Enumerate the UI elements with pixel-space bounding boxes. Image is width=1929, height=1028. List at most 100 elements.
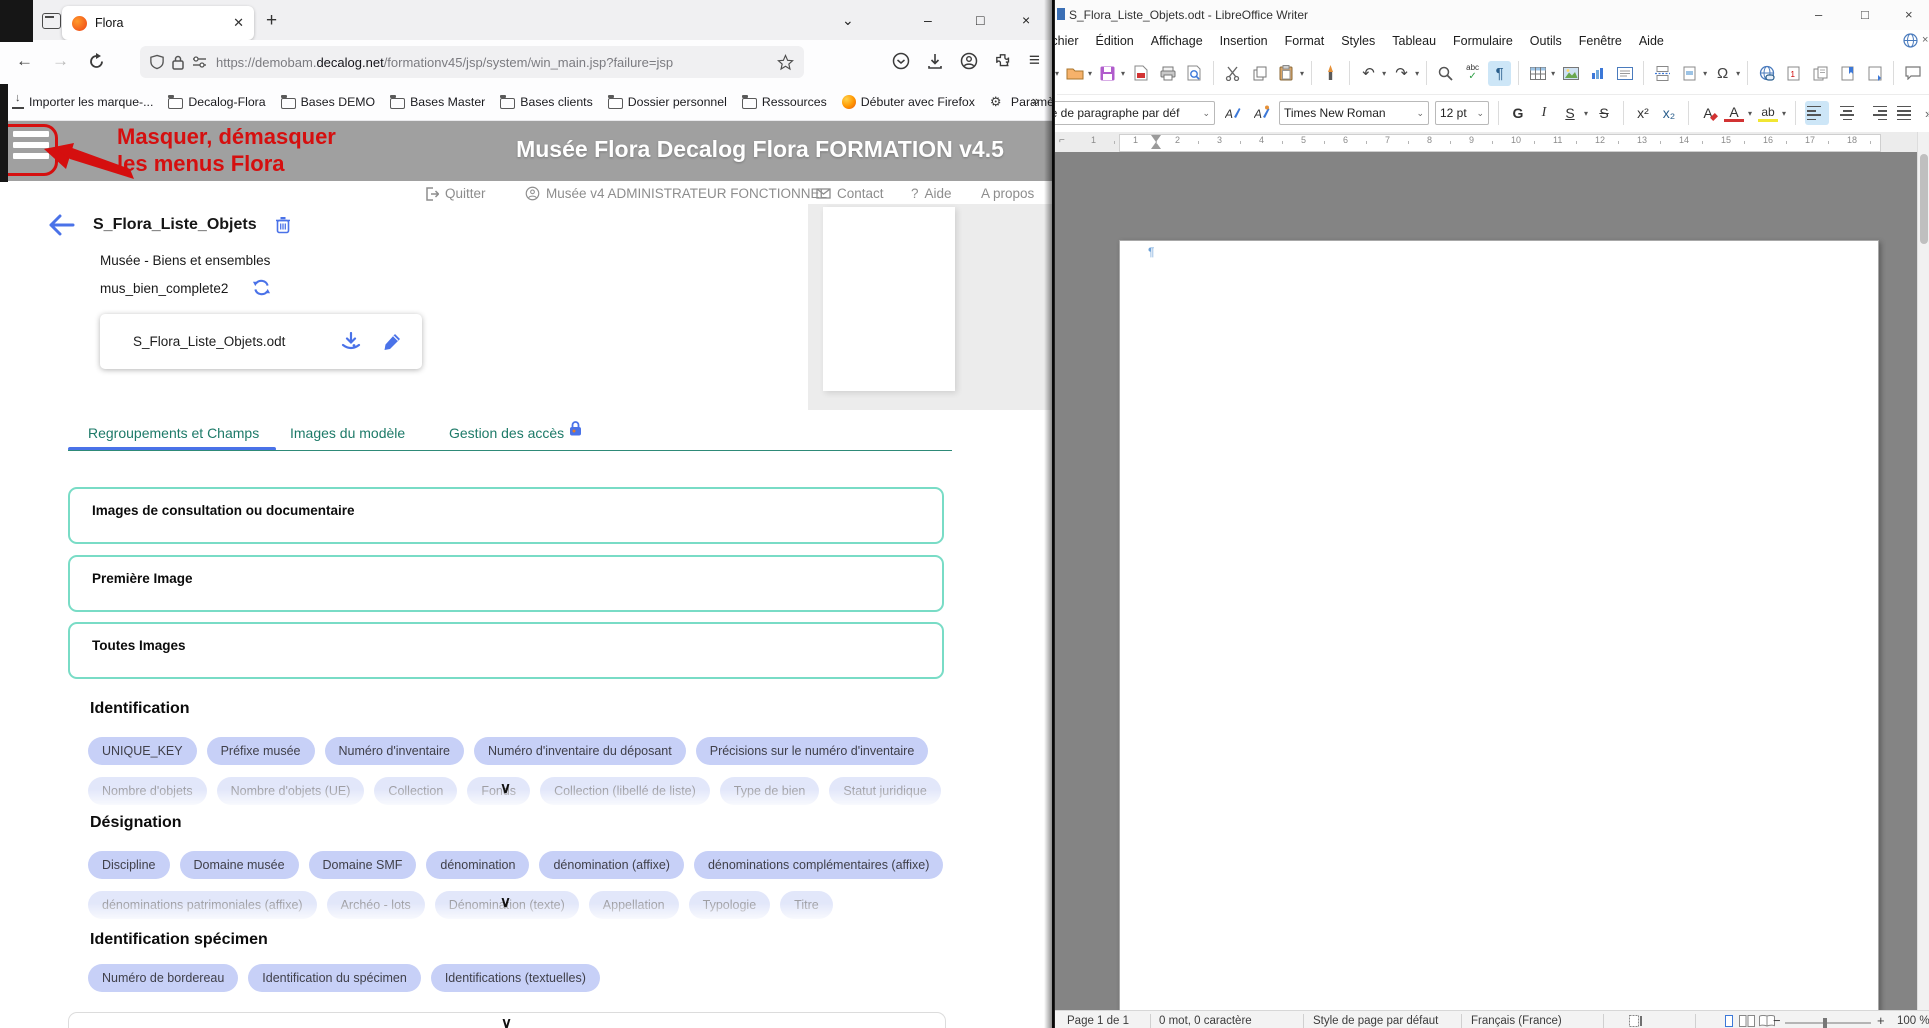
open-file-icon[interactable]: [1063, 61, 1086, 86]
italic-button[interactable]: I: [1534, 105, 1554, 121]
font-name-combo[interactable]: Times New Roman⌄: [1279, 101, 1429, 125]
clear-formatting-icon[interactable]: A: [1698, 105, 1718, 121]
menu-item[interactable]: Affichage: [1151, 34, 1203, 48]
insert-image-icon[interactable]: [1559, 61, 1582, 86]
align-right-button[interactable]: [1865, 101, 1889, 125]
menu-item[interactable]: Fenêtre: [1579, 34, 1622, 48]
status-page-count[interactable]: Page 1 de 1: [1067, 1015, 1129, 1027]
field-chip[interactable]: Domaine musée: [180, 851, 299, 879]
field-dropdown[interactable]: ▾: [1703, 69, 1707, 78]
table-dropdown[interactable]: ▾: [1551, 69, 1555, 78]
insert-footnote-icon[interactable]: 1: [1782, 61, 1805, 86]
field-chip[interactable]: Numéro d'inventaire du déposant: [474, 737, 686, 765]
insert-text-box-icon[interactable]: [1613, 61, 1636, 86]
bookmark-insert-icon[interactable]: [1836, 61, 1859, 86]
account-icon[interactable]: [960, 52, 978, 70]
group-box-toutes-images[interactable]: Toutes Images: [68, 622, 944, 679]
expand-chevron-icon[interactable]: ∨: [500, 779, 511, 797]
menu-item[interactable]: Insertion: [1220, 34, 1268, 48]
refresh-icon[interactable]: [252, 278, 271, 297]
subscript-button[interactable]: x₂: [1659, 105, 1679, 121]
special-character-icon[interactable]: Ω: [1711, 61, 1734, 86]
reload-icon[interactable]: [88, 53, 105, 70]
special-char-dropdown[interactable]: ▾: [1736, 69, 1740, 78]
field-chip[interactable]: Identifications (textuelles): [431, 964, 600, 992]
align-left-button[interactable]: [1805, 101, 1829, 125]
menu-item[interactable]: Édition: [1096, 34, 1134, 48]
underline-button[interactable]: S: [1560, 105, 1580, 121]
current-user[interactable]: Musée v4 ADMINISTRATEUR FONCTIONNEL: [525, 186, 827, 201]
zoom-slider-thumb[interactable]: [1823, 1018, 1827, 1028]
selection-mode-icon[interactable]: [1629, 1015, 1643, 1027]
field-chip[interactable]: Numéro de bordereau: [88, 964, 238, 992]
save-icon[interactable]: [1096, 61, 1119, 86]
field-chip[interactable]: dénominations complémentaires (affixe): [694, 851, 943, 879]
horizontal-ruler[interactable]: ⌐ 1123456789101112131415161718: [1055, 132, 1929, 152]
bold-button[interactable]: G: [1508, 105, 1528, 121]
writer-maximize-button[interactable]: □: [1861, 7, 1869, 22]
update-style-icon[interactable]: A: [1221, 101, 1244, 126]
cut-icon[interactable]: [1221, 61, 1244, 86]
expand-chevron-icon[interactable]: ∨: [500, 893, 511, 911]
help-link[interactable]: ? Aide: [911, 186, 952, 201]
bookmark-item[interactable]: Decalog-Flora: [168, 95, 265, 109]
insert-section-icon[interactable]: [1863, 61, 1886, 86]
firefox-view-icon[interactable]: [42, 13, 61, 29]
save-dropdown[interactable]: ▾: [1121, 69, 1125, 78]
document-page[interactable]: ¶: [1119, 240, 1879, 1028]
url-bar[interactable]: https://demobam.decalog.net/formationv45…: [140, 46, 804, 78]
view-multi-page-icon[interactable]: [1739, 1015, 1755, 1027]
redo-icon[interactable]: ↷: [1390, 61, 1413, 86]
bookmark-item[interactable]: Bases clients: [500, 95, 592, 109]
align-center-button[interactable]: [1835, 101, 1859, 125]
window-minimize-button[interactable]: –: [924, 12, 932, 28]
quit-link[interactable]: Quitter: [425, 186, 486, 201]
paste-icon[interactable]: [1275, 61, 1298, 86]
browser-tab-flora[interactable]: Flora ✕: [62, 6, 254, 40]
field-chip[interactable]: Numéro d'inventaire: [325, 737, 464, 765]
field-chip[interactable]: Domaine SMF: [309, 851, 417, 879]
copy-icon[interactable]: [1248, 61, 1271, 86]
redo-dropdown[interactable]: ▾: [1415, 69, 1419, 78]
field-chip[interactable]: Précisions sur le numéro d'inventaire: [696, 737, 929, 765]
print-preview-icon[interactable]: [1183, 61, 1206, 86]
insert-field-icon[interactable]: [1678, 61, 1701, 86]
forward-button[interactable]: →: [52, 51, 69, 71]
menu-item[interactable]: Formulaire: [1453, 34, 1513, 48]
bookmarks-overflow-chevron[interactable]: »: [1032, 93, 1039, 108]
insert-table-icon[interactable]: [1526, 61, 1549, 86]
formatting-marks-icon[interactable]: ¶: [1488, 61, 1511, 86]
font-color-dropdown[interactable]: ▾: [1748, 109, 1752, 118]
field-chip[interactable]: Préfixe musée: [207, 737, 315, 765]
menu-item[interactable]: Fichier: [1054, 34, 1079, 48]
contact-link[interactable]: Contact: [816, 186, 884, 201]
writer-close-button[interactable]: ×: [1905, 7, 1913, 22]
bookmark-item[interactable]: Débuter avec Firefox: [842, 95, 975, 109]
format-toolbar-overflow[interactable]: »: [1925, 106, 1929, 121]
bookmark-item[interactable]: Ressources: [742, 95, 827, 109]
delete-trash-icon[interactable]: [275, 216, 291, 234]
status-language[interactable]: Français (France): [1471, 1015, 1562, 1027]
expand-chevron-icon[interactable]: ∨: [501, 1014, 512, 1028]
menu-item[interactable]: Format: [1285, 34, 1325, 48]
cross-reference-icon[interactable]: [1809, 61, 1832, 86]
font-size-combo[interactable]: 12 pt⌄: [1435, 101, 1489, 125]
open-dropdown[interactable]: ▾: [1088, 69, 1092, 78]
bookmark-item[interactable]: Dossier personnel: [608, 95, 727, 109]
group-box-premiere-image[interactable]: Première Image: [68, 555, 944, 612]
zoom-slider[interactable]: [1785, 1022, 1871, 1024]
tab-close-icon[interactable]: ✕: [233, 15, 244, 31]
print-icon[interactable]: [1156, 61, 1179, 86]
new-style-icon[interactable]: A: [1250, 101, 1273, 126]
language-globe-icon[interactable]: [1903, 33, 1918, 48]
export-pdf-icon[interactable]: [1129, 61, 1152, 86]
bookmark-item[interactable]: Bases Master: [390, 95, 485, 109]
page-break-icon[interactable]: [1651, 61, 1674, 86]
edit-pencil-icon[interactable]: [383, 332, 402, 351]
paste-dropdown[interactable]: ▾: [1300, 69, 1304, 78]
superscript-button[interactable]: x²: [1633, 105, 1653, 121]
insert-comment-icon[interactable]: [1901, 61, 1924, 86]
undo-dropdown[interactable]: ▾: [1382, 69, 1386, 78]
about-link[interactable]: A propos: [981, 186, 1034, 201]
back-button[interactable]: ←: [16, 51, 33, 71]
